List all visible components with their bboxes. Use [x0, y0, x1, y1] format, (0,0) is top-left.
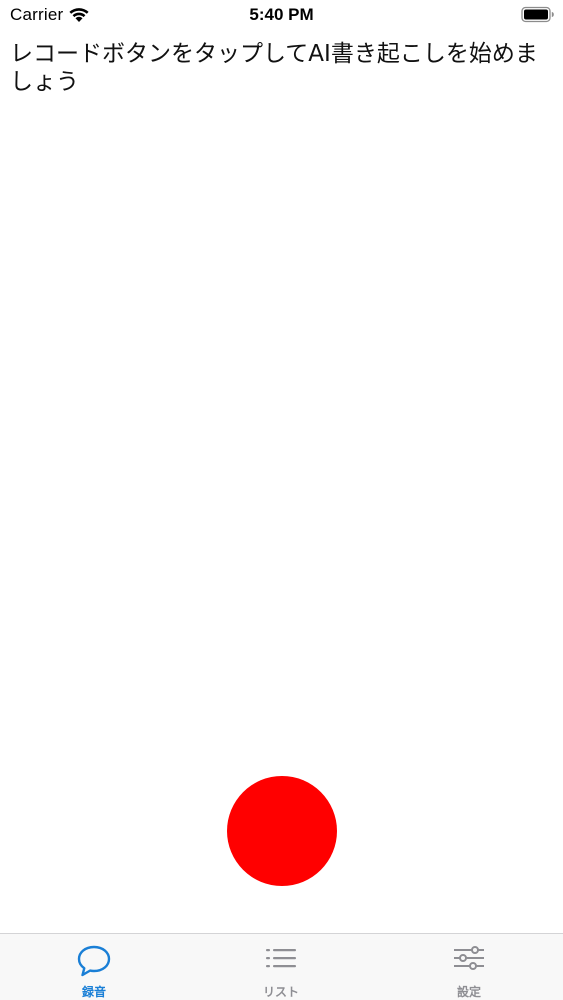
app-screen: Carrier 5:40 PM レコードボタンをタップしてAI書き起こしを始めま…: [0, 0, 563, 1000]
tab-settings[interactable]: 設定: [419, 934, 519, 1000]
tab-record[interactable]: 録音: [44, 934, 144, 1000]
tab-record-label: 録音: [81, 985, 106, 999]
instruction-text: レコードボタンをタップしてAI書き起こしを始めましょう: [10, 41, 538, 95]
record-button[interactable]: [227, 776, 337, 886]
status-bar: Carrier 5:40 PM: [0, 0, 563, 30]
tab-list[interactable]: リスト: [231, 934, 331, 1000]
tab-bar: 録音 リスト 設定: [0, 933, 563, 1000]
tab-settings-label: 設定: [456, 985, 481, 999]
tab-list-label: リスト: [262, 985, 299, 999]
list-icon: [263, 943, 299, 979]
sliders-icon: [451, 943, 487, 979]
speech-bubble-icon: [76, 943, 112, 979]
status-time: 5:40 PM: [249, 5, 314, 24]
battery-icon: [521, 6, 555, 23]
